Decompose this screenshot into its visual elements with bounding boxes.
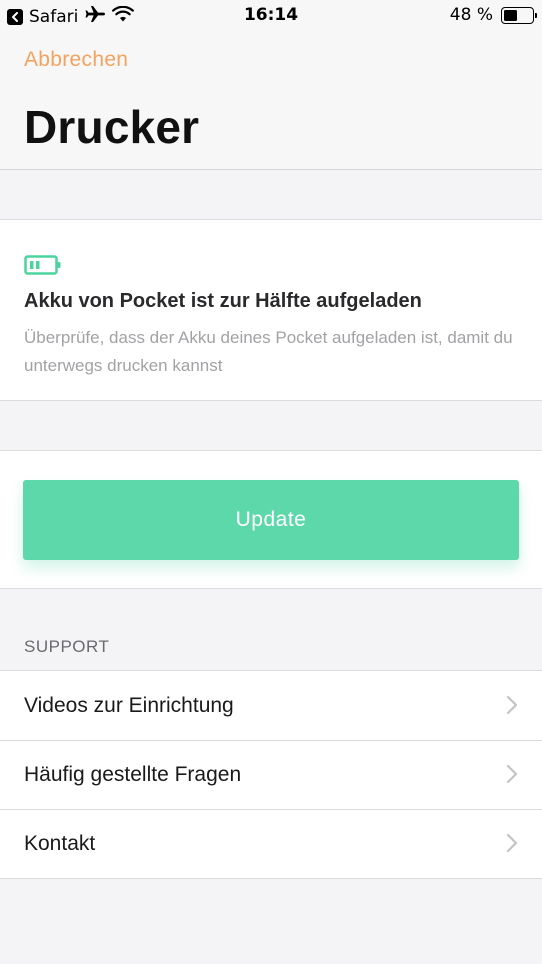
page-title: Drucker [24,101,200,153]
support-item-contact[interactable]: Kontakt [0,809,542,878]
list-item-label: Videos zur Einrichtung [24,693,234,717]
battery-status-description: Überprüfe, dass der Akku deines Pocket a… [24,328,513,375]
battery-fill [504,9,517,21]
update-card: Update [0,450,542,589]
list-item-label: Häufig gestellte Fragen [24,762,242,786]
support-section-header: SUPPORT [24,637,110,656]
nav-header: Abbrechen Drucker [0,32,542,170]
support-list: Videos zur Einrichtung Häufig gestellte … [0,670,542,879]
update-button[interactable]: Update [23,480,519,560]
chevron-right-icon [506,833,518,858]
battery-status-title: Akku von Pocket ist zur Hälfte aufgelade… [24,290,422,312]
support-item-videos[interactable]: Videos zur Einrichtung [0,671,542,740]
status-bar: Safari 16:14 48 % [0,0,542,32]
battery-status-card: Akku von Pocket ist zur Hälfte aufgelade… [0,219,542,401]
support-item-faq[interactable]: Häufig gestellte Fragen [0,740,542,809]
chevron-right-icon [506,695,518,720]
list-item-label: Kontakt [24,831,96,855]
battery-percent: 48 % [449,5,493,25]
cancel-button[interactable]: Abbrechen [24,48,128,72]
battery-icon [501,6,537,24]
battery-half-icon [24,254,62,281]
chevron-right-icon [506,764,518,789]
